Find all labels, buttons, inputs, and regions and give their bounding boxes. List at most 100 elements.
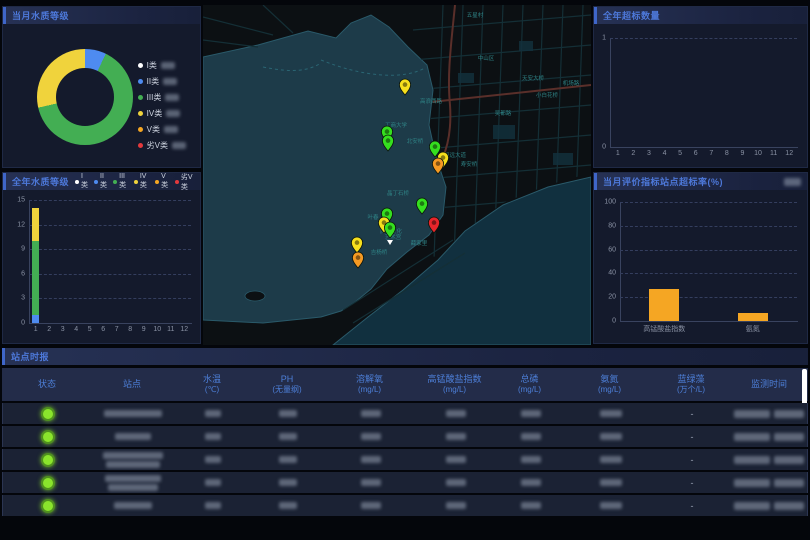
table-row[interactable]: - [2, 472, 808, 493]
gridline [620, 273, 797, 274]
legend-dot [138, 127, 143, 132]
y-tick-label: 0 [598, 318, 616, 325]
donut-legend: I类 II类 III类 IV类 V类劣V类 [138, 60, 186, 151]
value-redacted [600, 410, 622, 417]
status-indicator-normal [41, 476, 55, 490]
legend-label: II类 [100, 173, 107, 190]
map-bay-water [203, 15, 446, 323]
gridline [620, 202, 797, 203]
map-label: 中山区 [478, 54, 495, 62]
value-redacted [279, 479, 297, 486]
legend-item[interactable]: IV类 [138, 108, 186, 119]
y-tick-label: 0 [588, 144, 606, 151]
x-tick-label: 11 [770, 150, 777, 157]
map-label: 机场路 [563, 79, 580, 87]
plot-frame [620, 202, 798, 322]
x-tick-label: 氨氮 [746, 324, 760, 334]
legend-item[interactable]: 劣V类 [138, 140, 186, 151]
y-tick-label: 20 [598, 294, 616, 301]
legend-item[interactable]: II类 [94, 173, 107, 190]
legend-dot [94, 180, 98, 184]
station-name-redacted [105, 475, 161, 482]
panel-title: 全年水质等级 [12, 175, 69, 188]
value-redacted [361, 456, 381, 463]
legend-label: 劣V类 [181, 172, 194, 192]
algae-value: - [653, 455, 731, 465]
panel-year-exceed: 全年超标数量 01123456789101112 [593, 6, 808, 168]
y-tick-label: 60 [598, 246, 616, 253]
map-label: 五星村 [467, 11, 484, 19]
legend-label: I类 [147, 60, 157, 71]
timestamp-redacted [734, 410, 770, 418]
value-redacted [600, 479, 622, 486]
panel-title: 当月水质等级 [12, 9, 69, 22]
timestamp-redacted [774, 502, 804, 510]
panel-header: 当月水质等级 [3, 7, 200, 24]
map-label: 叶春 [367, 213, 379, 221]
plot-frame [610, 38, 798, 148]
x-tick-label: 9 [142, 326, 146, 333]
legend-item[interactable]: III类 [113, 173, 128, 190]
map-label: 天安大桥 [522, 74, 545, 82]
station-map[interactable]: 五星村中山区高浪西路吴都路天安大桥机场路小白花桥恒远大道寿安桥工商大学北安桥晶丁… [203, 5, 591, 345]
x-tick-label: 5 [678, 150, 682, 157]
legend-item[interactable]: II类 [138, 76, 186, 87]
table-column-header: 蓝绿藻(万个/L) [652, 368, 730, 401]
table-row[interactable]: - [2, 495, 808, 516]
map-label: 吴都路 [495, 109, 512, 117]
legend-value-redacted [165, 94, 179, 101]
gridline [29, 298, 191, 299]
legend-value-redacted [161, 62, 175, 69]
value-redacted [521, 502, 541, 509]
y-tick-label: 0 [7, 320, 25, 327]
legend-label: II类 [147, 76, 159, 87]
y-tick-label: 9 [7, 246, 25, 253]
panel-year-quality: 全年水质等级 I类II类III类IV类V类劣V类 036912151234567… [2, 172, 201, 344]
value-redacted [205, 410, 221, 417]
table-row[interactable]: - [2, 403, 808, 424]
legend-item[interactable]: 劣V类 [175, 172, 194, 192]
x-tick-label: 10 [153, 326, 161, 333]
station-name-redacted [115, 433, 151, 440]
legend-label: V类 [161, 173, 169, 190]
gridline [620, 297, 797, 298]
plot-frame [29, 200, 192, 324]
value-redacted [205, 479, 221, 486]
panel-month-quality: 当月水质等级 I类 II类 III类 IV类 V类劣V类 [2, 6, 201, 168]
gridline [620, 226, 797, 227]
station-name-redacted [106, 461, 160, 468]
map-label: 北安桥 [407, 137, 424, 145]
value-redacted [521, 410, 541, 417]
table-column-header: PH(无量纲) [252, 368, 322, 401]
value-redacted [205, 456, 221, 463]
x-tick-label: 6 [694, 150, 698, 157]
legend-item[interactable]: IV类 [134, 173, 149, 190]
gridline [610, 38, 797, 39]
algae-value: - [653, 409, 731, 419]
panel-action-redacted[interactable] [784, 178, 801, 186]
timestamp-redacted [774, 456, 804, 464]
bar-segment [32, 208, 39, 241]
legend-item[interactable]: V类 [155, 173, 169, 190]
value-redacted [446, 456, 466, 463]
value-redacted [205, 433, 221, 440]
gridline [29, 274, 191, 275]
timestamp-redacted [734, 433, 770, 441]
month-quality-chart-area: I类 II类 III类 IV类 V类劣V类 [3, 24, 200, 167]
panel-title: 全年超标数量 [603, 9, 660, 22]
gridline [29, 249, 191, 250]
map-label: 高浪西路 [420, 97, 443, 105]
legend-item[interactable]: V类 [138, 124, 186, 135]
table-row[interactable]: - [2, 426, 808, 447]
legend-item[interactable]: I类 [75, 173, 88, 190]
x-tick-label: 3 [61, 326, 65, 333]
panel-header: 全年水质等级 I类 II类 III类 IV类 V类劣V类 [3, 173, 200, 190]
table-header-row: 状态站点水温(℃)PH(无量纲)溶解氧(mg/L)高锰酸盐指数(mg/L)总磷(… [2, 368, 808, 401]
legend-item[interactable]: I类 [138, 60, 186, 71]
map-major-roads [431, 5, 591, 173]
table-row[interactable]: - [2, 449, 808, 470]
value-redacted [361, 479, 381, 486]
legend-dot [113, 180, 117, 184]
legend-item[interactable]: III类 [138, 92, 186, 103]
panel-title: 站点时报 [11, 350, 49, 363]
